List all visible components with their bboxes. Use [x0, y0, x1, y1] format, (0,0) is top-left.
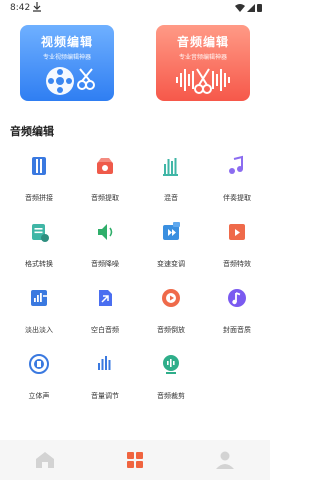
- tool-noise-reduction[interactable]: 音频降噪: [72, 216, 138, 270]
- bottom-tab-bar: [0, 440, 270, 480]
- tool-label: 音频拼接: [25, 194, 53, 202]
- audio-splice-icon: [32, 157, 46, 175]
- format-convert-icon: [32, 224, 49, 242]
- tool-cover-quality[interactable]: 封面音质: [204, 282, 270, 336]
- stereo-icon: [29, 354, 49, 374]
- tool-label: 音频降噪: [91, 260, 119, 268]
- tool-audio-trim[interactable]: 音频裁剪: [138, 348, 204, 402]
- wifi-icon: [235, 4, 245, 12]
- tool-speed-pitch[interactable]: 变速变调: [138, 216, 204, 270]
- tool-label: 音频特效: [223, 260, 251, 268]
- tool-format-convert[interactable]: 格式转换: [6, 216, 72, 270]
- audio-card-title: 音频编辑: [176, 35, 229, 49]
- mix-icon: [163, 158, 178, 176]
- video-edit-card[interactable]: 视频编辑 专业视频编辑神器: [20, 25, 114, 101]
- waveform-scissors-icon: [176, 68, 230, 94]
- blank-audio-icon: [99, 290, 112, 306]
- section-title: 音频编辑: [10, 125, 54, 138]
- audio-trim-icon: [163, 355, 179, 374]
- tool-label: 空白音频: [91, 326, 119, 334]
- audio-card-subtitle: 专业音频编辑神器: [178, 54, 227, 61]
- battery-icon: [257, 4, 262, 12]
- tab-tools[interactable]: [123, 448, 147, 472]
- tool-label: 音频裁剪: [157, 392, 185, 400]
- cover-quality-icon: [228, 289, 246, 307]
- noise-reduction-icon: [98, 224, 113, 240]
- tool-audio-splice[interactable]: 音频拼接: [6, 150, 72, 204]
- reverse-icon: [162, 289, 180, 307]
- user-icon: [216, 451, 234, 469]
- tool-label: 音量调节: [91, 392, 119, 400]
- audio-edit-card[interactable]: 音频编辑 专业音频编辑神器: [156, 25, 250, 101]
- volume-icon: [98, 356, 111, 370]
- tab-profile[interactable]: [213, 448, 237, 472]
- speed-pitch-icon: [163, 222, 180, 240]
- tool-volume[interactable]: 音量调节: [72, 348, 138, 402]
- tool-audio-extract[interactable]: 音频提取: [72, 150, 138, 204]
- tool-label: 混音: [164, 194, 178, 202]
- tool-stereo[interactable]: 立体声: [6, 348, 72, 402]
- tool-accompaniment[interactable]: 伴奏提取: [204, 150, 270, 204]
- download-icon: [33, 2, 41, 15]
- film-reel-scissors-icon: [46, 67, 95, 95]
- status-time: 8:42: [10, 3, 31, 13]
- fade-icon: [31, 290, 47, 306]
- tool-mix[interactable]: 混音: [138, 150, 204, 204]
- video-card-title: 视频编辑: [40, 35, 93, 49]
- tool-label: 封面音质: [223, 326, 251, 334]
- tool-audio-effect[interactable]: 音频特效: [204, 216, 270, 270]
- video-card-subtitle: 专业视频编辑神器: [42, 54, 91, 61]
- tool-label: 淡出淡入: [25, 326, 53, 334]
- signal-icon: [247, 4, 255, 12]
- tool-label: 伴奏提取: [223, 194, 251, 202]
- tool-label: 立体声: [28, 392, 50, 400]
- tool-label: 格式转换: [25, 260, 53, 268]
- tool-label: 变速变调: [157, 260, 185, 268]
- accompaniment-icon: [229, 155, 243, 174]
- tool-label: 音频提取: [91, 194, 119, 202]
- tool-reverse[interactable]: 音频倒放: [138, 282, 204, 336]
- tool-blank-audio[interactable]: 空白音频: [72, 282, 138, 336]
- tab-home[interactable]: [33, 448, 57, 472]
- audio-effect-icon: [229, 224, 245, 240]
- system-icons: [234, 3, 264, 16]
- tool-label: 音频倒放: [157, 326, 185, 334]
- audio-extract-icon: [97, 158, 113, 174]
- home-icon: [36, 452, 54, 468]
- grid-icon: [127, 452, 143, 468]
- status-bar: 8:42: [0, 0, 270, 18]
- tool-fade[interactable]: 淡出淡入: [6, 282, 72, 336]
